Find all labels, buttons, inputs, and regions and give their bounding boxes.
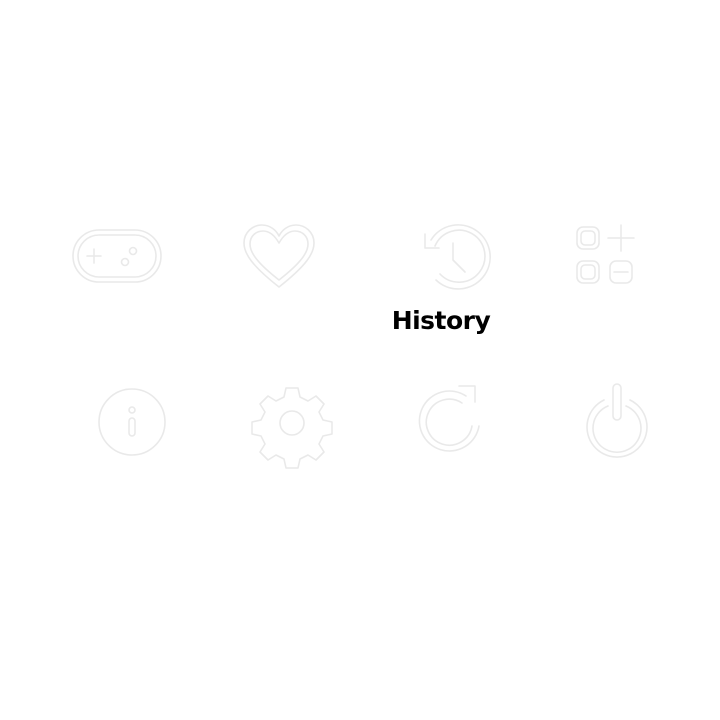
menu-item-apps[interactable] — [538, 192, 668, 322]
menu-item-restart[interactable] — [376, 357, 506, 487]
heart-icon — [229, 217, 329, 297]
menu-item-power[interactable] — [538, 357, 668, 487]
info-icon — [67, 382, 167, 462]
gamepad-icon — [67, 217, 167, 297]
menu-item-info[interactable] — [52, 357, 182, 487]
menu-item-settings[interactable] — [214, 357, 344, 487]
main-menu-grid: History — [0, 0, 720, 720]
menu-item-history[interactable] — [376, 192, 506, 322]
selected-item-label: History — [391, 306, 491, 335]
gear-icon — [229, 382, 333, 469]
power-icon — [553, 382, 653, 462]
apps-grid-icon — [553, 217, 653, 297]
menu-item-games[interactable] — [52, 192, 182, 322]
menu-item-favorites[interactable] — [214, 192, 344, 322]
restart-icon — [391, 382, 491, 462]
history-icon — [391, 217, 491, 297]
